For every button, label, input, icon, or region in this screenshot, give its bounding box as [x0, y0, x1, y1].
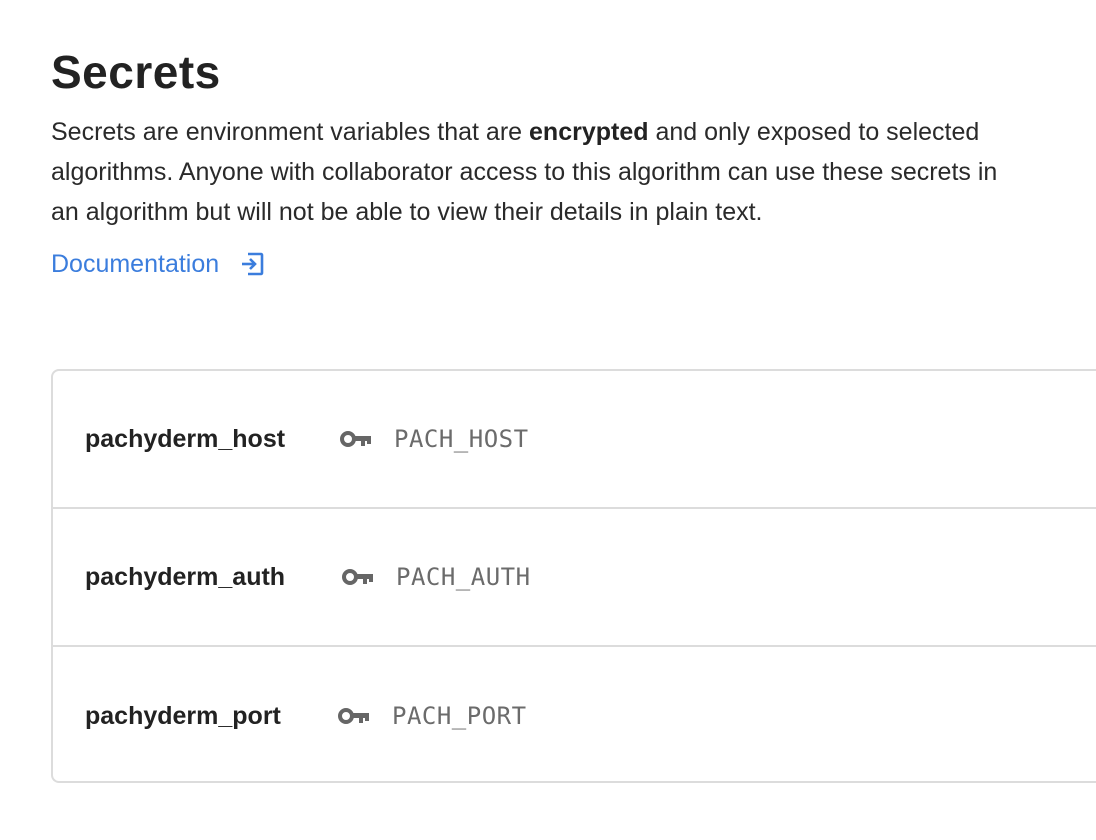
documentation-link-label: Documentation: [51, 250, 220, 278]
documentation-link[interactable]: Documentation: [51, 246, 265, 282]
secret-name: pachyderm_port: [85, 701, 281, 730]
description-text-before: Secrets are environment variables that a…: [51, 118, 530, 146]
key-icon: [342, 568, 374, 586]
secret-row[interactable]: pachyderm_auth PACH_AUTH: [53, 509, 1096, 647]
page-title: Secrets: [51, 46, 221, 98]
secrets-list: pachyderm_host PACH_HOST pachyderm_auth: [51, 369, 1096, 783]
secret-variable: PACH_HOST: [394, 425, 529, 453]
secret-row[interactable]: pachyderm_host PACH_HOST: [53, 371, 1096, 509]
secrets-page: Secrets Secrets are environment variable…: [0, 0, 1096, 840]
secret-name: pachyderm_auth: [85, 562, 286, 591]
secret-variable: PACH_AUTH: [396, 563, 531, 591]
secret-row[interactable]: pachyderm_port PACH_PORT: [53, 647, 1096, 781]
key-icon: [340, 430, 372, 448]
secret-variable: PACH_PORT: [392, 702, 527, 730]
external-link-icon: [239, 251, 265, 277]
description-emphasis: encrypted: [529, 118, 649, 146]
secret-name: pachyderm_host: [85, 424, 286, 453]
secrets-description: Secrets are environment variables that a…: [51, 112, 1031, 232]
key-icon: [338, 707, 370, 725]
